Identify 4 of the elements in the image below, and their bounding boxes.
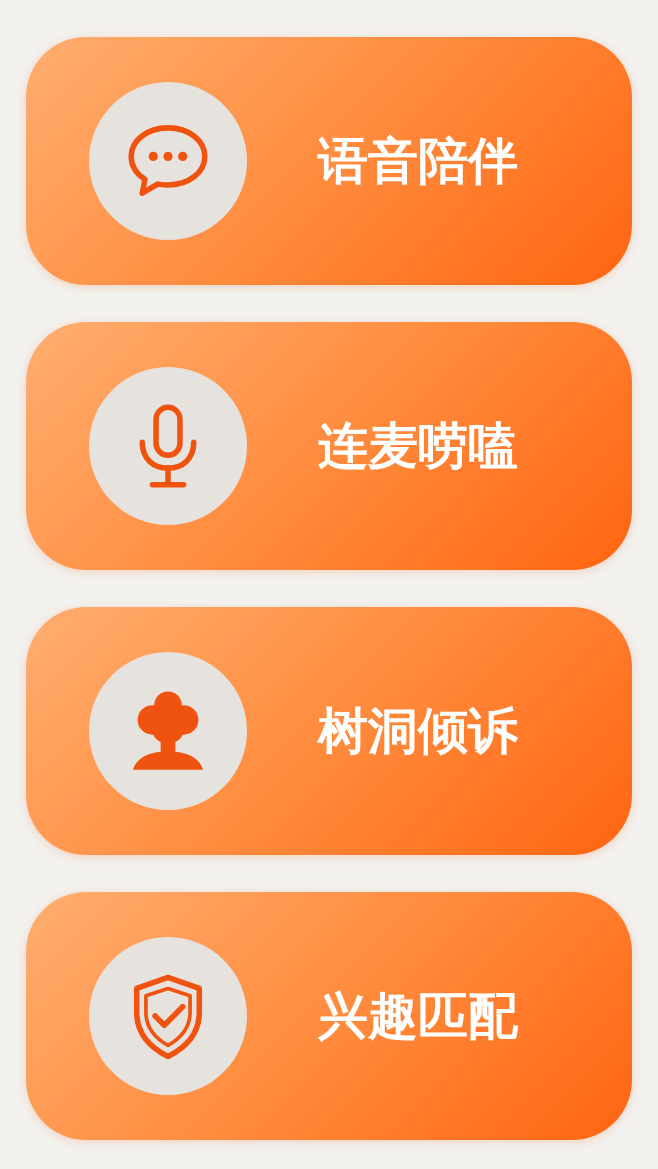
feature-card[interactable]: 连麦唠嗑 [26,322,632,570]
feature-card[interactable]: 语音陪伴 [26,37,632,285]
feature-card[interactable]: 兴趣匹配 [26,892,632,1140]
feature-card[interactable]: 树洞倾诉 [26,607,632,855]
